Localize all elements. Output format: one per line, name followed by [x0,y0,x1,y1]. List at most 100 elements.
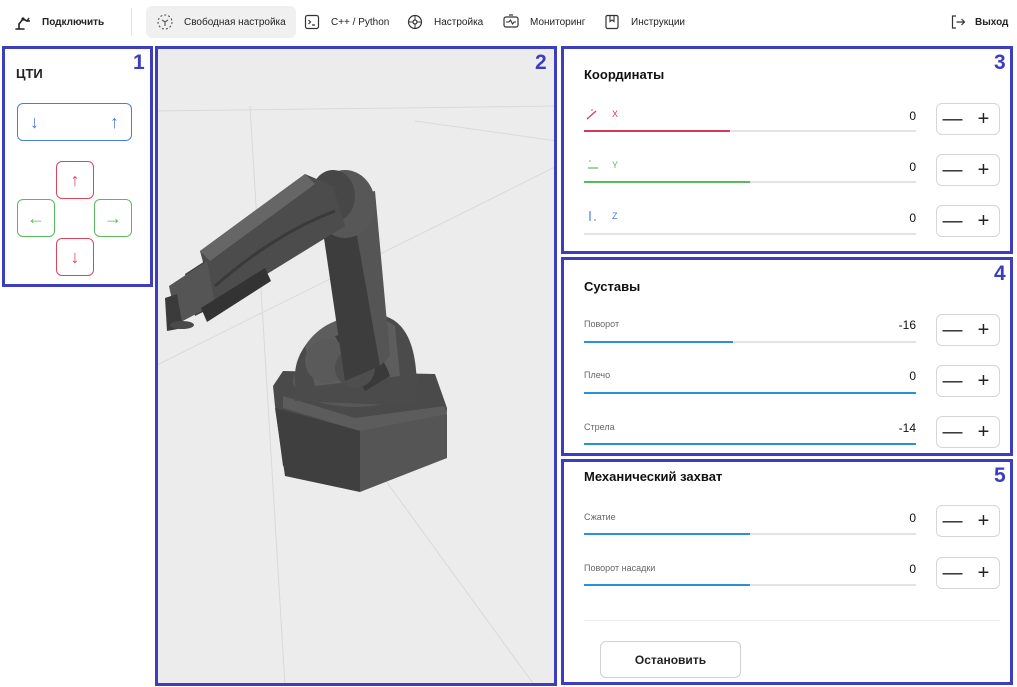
monitoring-icon [502,13,520,31]
y-stepper: — + [936,154,1000,186]
rotation-slider[interactable] [584,341,916,343]
z-axis-label: Z [612,211,618,221]
tab-free-move[interactable]: Свободная настройка [146,6,296,38]
rotation-decrement-button[interactable]: — [937,315,968,345]
nozzle-rotation-slider[interactable] [584,584,916,586]
tab-free-move-label: Свободная настройка [184,16,286,28]
bookmark-icon [603,13,621,31]
rotation-slider-fill [584,341,734,343]
cti-title: ЦТИ [16,66,43,81]
boom-stepper: — + [936,416,1000,448]
robot-arm-icon [14,13,32,31]
shoulder-slider[interactable] [584,392,916,394]
rotation-label: Поворот [584,319,620,329]
tab-instructions-label: Инструкции [631,16,686,28]
stop-button[interactable]: Остановить [600,641,741,678]
tab-settings[interactable]: Настройка [406,6,483,38]
y-up-button[interactable]: ↑ [56,161,94,199]
z-decrement-button[interactable]: — [937,206,968,236]
exit-button[interactable]: Выход [949,6,1008,38]
x-left-button[interactable]: ← [17,199,55,237]
viewport-frame [155,46,557,686]
rotation-increment-button[interactable]: + [968,315,999,345]
settings-icon [406,13,424,31]
z-axis-icon [585,209,599,225]
x-increment-button[interactable]: + [968,104,999,134]
z-up-button[interactable]: ↑ [110,112,119,133]
x-decrement-button[interactable]: — [937,104,968,134]
z-value: 0 [909,211,916,225]
y-increment-button[interactable]: + [968,155,999,185]
panel-number-2: 2 [535,51,547,74]
z-stepper: — + [936,205,1000,237]
boom-decrement-button[interactable]: — [937,417,968,447]
nozzle-rotation-stepper: — + [936,557,1000,589]
y-down-button[interactable]: ↓ [56,238,94,276]
x-stepper: — + [936,103,1000,135]
z-increment-button[interactable]: + [968,206,999,236]
nozzle-rotation-slider-fill [584,584,750,586]
rotation-stepper: — + [936,314,1000,346]
tab-instructions[interactable]: Инструкции [603,6,685,38]
free-move-icon [156,13,174,31]
grip-decrement-button[interactable]: — [937,506,968,536]
grip-slider-fill [584,533,750,535]
code-terminal-icon [303,13,321,31]
shoulder-decrement-button[interactable]: — [937,366,968,396]
y-value: 0 [909,160,916,174]
boom-slider-fill [584,443,916,445]
boom-slider[interactable] [584,443,916,445]
tab-monitoring-label: Мониторинг [530,16,586,28]
grip-label: Сжатие [584,512,616,522]
nozzle-rotation-value: 0 [909,562,916,576]
x-slider-fill [584,130,731,132]
boom-value: -14 [898,421,916,435]
grip-increment-button[interactable]: + [968,506,999,536]
tab-settings-label: Настройка [434,16,484,28]
tab-code[interactable]: C++ / Python [303,6,389,38]
shoulder-label: Плечо [584,370,611,380]
z-slider[interactable] [584,233,916,235]
exit-label: Выход [975,16,1009,28]
shoulder-stepper: — + [936,365,1000,397]
gripper-divider [584,620,1000,621]
panel-number-4: 4 [994,262,1006,285]
joints-title: Суставы [584,279,641,294]
z-down-button[interactable]: ↓ [30,112,39,133]
boom-label: Стрела [584,422,615,432]
tab-code-label: C++ / Python [331,16,390,28]
y-slider[interactable] [584,181,916,183]
nozzle-rotation-decrement-button[interactable]: — [937,558,968,588]
topbar-divider [131,8,132,36]
grip-stepper: — + [936,505,1000,537]
x-right-button[interactable]: → [94,199,132,237]
y-axis-icon [585,158,599,174]
y-axis-label: Y [612,160,619,170]
x-slider[interactable] [584,130,916,132]
x-axis-icon [585,107,599,123]
tab-monitoring[interactable]: Мониторинг [502,6,585,38]
z-axis-control: ↓ ↑ [17,103,132,141]
y-slider-fill [584,181,750,183]
gripper-title: Механический захват [584,469,723,484]
shoulder-value: 0 [909,369,916,383]
panel-number-5: 5 [994,464,1006,487]
x-value: 0 [909,109,916,123]
panel-number-3: 3 [994,51,1006,74]
panel-number-1: 1 [133,51,145,74]
logout-icon [949,13,967,31]
boom-increment-button[interactable]: + [968,417,999,447]
nozzle-rotation-increment-button[interactable]: + [968,558,999,588]
nozzle-rotation-label: Поворот насадки [584,563,656,573]
shoulder-increment-button[interactable]: + [968,366,999,396]
y-decrement-button[interactable]: — [937,155,968,185]
shoulder-slider-fill [584,392,916,394]
grip-value: 0 [909,511,916,525]
x-axis-label: X [612,109,619,119]
connect-label: Подключить [42,16,105,28]
connect-button[interactable]: Подключить [14,6,104,38]
coordinates-title: Координаты [584,67,665,82]
grip-slider[interactable] [584,533,916,535]
rotation-value: -16 [898,318,916,332]
top-bar: Подключить Свободная настройка C++ / Pyt… [0,0,1017,44]
